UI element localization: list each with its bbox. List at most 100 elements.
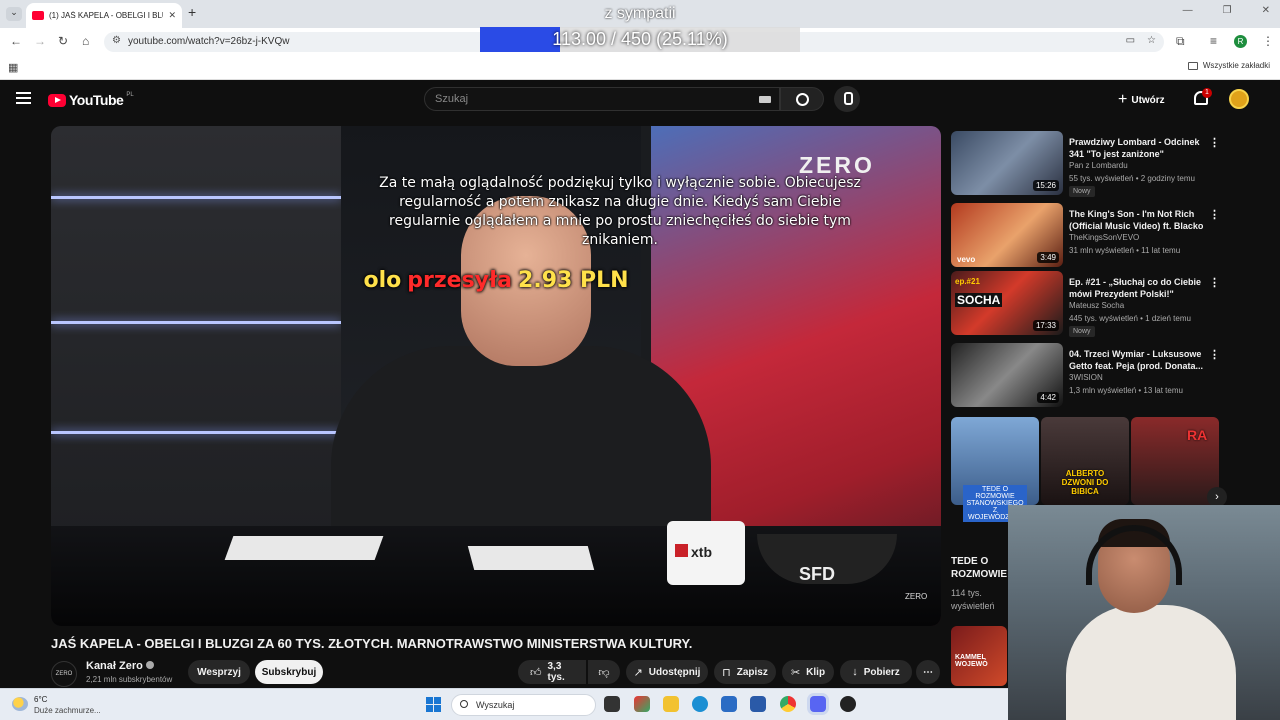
recommendation-title[interactable]: Prawdziwy Lombard - Odcinek 341 "To jest…: [1069, 136, 1209, 160]
recommendation-title[interactable]: The King's Son - I'm Not Rich (Official …: [1069, 208, 1209, 232]
keyboard-icon[interactable]: [759, 96, 771, 103]
hamburger-menu-icon[interactable]: [16, 92, 31, 104]
short-thumbnail[interactable]: TEDE O ROZMOWIE STANOWSKIEGO Z WOJEWÓDZK…: [951, 417, 1039, 522]
channel-name[interactable]: Kanał Zero: [86, 660, 154, 672]
back-icon[interactable]: ←: [10, 34, 22, 48]
reload-icon[interactable]: ↻: [58, 34, 68, 48]
recommendation-item[interactable]: 15:26 Prawdziwy Lombard - Odcinek 341 "T…: [951, 131, 1271, 197]
url-text[interactable]: youtube.com/watch?v=26bz-j-KVQw: [128, 36, 289, 47]
taskbar-search[interactable]: Wyszukaj: [451, 694, 596, 716]
recommendation-channel[interactable]: 3WISION: [1069, 373, 1103, 382]
verified-icon: [145, 661, 154, 669]
video-thumbnail[interactable]: KAMMEL WOJEWÓ: [951, 626, 1007, 686]
short-thumbnail[interactable]: RA: [1131, 417, 1219, 505]
chrome-menu-icon[interactable]: ⋮: [1262, 34, 1274, 48]
apps-grid-icon[interactable]: ▦: [8, 61, 18, 74]
windows-start-icon[interactable]: [426, 697, 441, 712]
minimize-icon[interactable]: —: [1183, 5, 1193, 16]
youtube-logo[interactable]: YouTube PL: [48, 92, 134, 108]
youtube-play-icon: [48, 93, 66, 107]
like-button[interactable]: 👍︎ 3,3 tys.: [518, 660, 586, 684]
close-tab-icon[interactable]: ✕: [168, 10, 176, 21]
close-window-icon[interactable]: ✕: [1262, 5, 1270, 16]
dislike-button[interactable]: 👎︎: [588, 660, 620, 684]
search-button[interactable]: [780, 87, 824, 111]
support-label: Wesprzyj: [197, 666, 241, 678]
recommendation-item[interactable]: vevo 3:49 The King's Son - I'm Not Rich (…: [951, 203, 1271, 267]
search-input[interactable]: [435, 93, 735, 105]
extensions-icon[interactable]: ⧉: [1176, 34, 1185, 49]
file-explorer-icon[interactable]: [663, 696, 679, 712]
donation-goal-title: z sympatii: [604, 5, 676, 22]
create-button[interactable]: + Utwórz: [1118, 89, 1165, 111]
kebab-menu-icon[interactable]: ⋮: [1209, 348, 1220, 361]
task-view-icon[interactable]: [604, 696, 620, 712]
store-icon[interactable]: [750, 696, 766, 712]
forward-icon[interactable]: →: [34, 34, 46, 48]
video-duration: 15:26: [1032, 180, 1059, 191]
subscriber-count: 2,21 mln subskrybentów: [86, 675, 173, 684]
edge-icon[interactable]: [692, 696, 708, 712]
download-button[interactable]: ↓ Pobierz: [840, 660, 912, 684]
subscribe-button[interactable]: Subskrybuj: [255, 660, 323, 684]
search-box[interactable]: [424, 87, 780, 111]
profile-avatar[interactable]: R: [1234, 35, 1247, 48]
support-button[interactable]: Wesprzyj: [188, 660, 250, 684]
video-thumbnail[interactable]: ep.#21 SOCHA 17:33: [951, 271, 1063, 335]
download-icon: ↓: [852, 666, 858, 678]
all-bookmarks-button[interactable]: Wszystkie zakładki: [1187, 61, 1270, 70]
channel-avatar[interactable]: ZERO: [51, 661, 77, 687]
video-thumbnail[interactable]: 15:26: [951, 131, 1063, 195]
clip-button[interactable]: ✂ Klip: [782, 660, 834, 684]
weather-temp[interactable]: 6°C: [34, 695, 47, 704]
save-button[interactable]: ⊓ Zapisz: [714, 660, 776, 684]
share-button[interactable]: ↗ Udostępnij: [626, 660, 708, 684]
subscribe-label: Subskrybuj: [261, 666, 317, 678]
recommendation-item[interactable]: ep.#21 SOCHA 17:33 Ep. #21 - „Słuchaj co d…: [951, 271, 1271, 337]
kebab-menu-icon[interactable]: ⋮: [1209, 136, 1220, 149]
recommendation-meta: 1,3 mln wyświetleń • 13 lat temu: [1069, 386, 1183, 395]
home-icon[interactable]: ⌂: [82, 34, 89, 48]
reading-list-icon[interactable]: ≡: [1210, 34, 1217, 48]
video-thumbnail[interactable]: vevo 3:49: [951, 203, 1063, 267]
bookmark-star-icon[interactable]: ☆: [1147, 35, 1156, 46]
obs-icon[interactable]: [840, 696, 856, 712]
share-icon: ↗: [633, 666, 643, 679]
short-overlay-text: ALBERTO DZWONI DO BIBICA: [1061, 469, 1109, 496]
discord-icon[interactable]: [810, 696, 826, 712]
recommendation-item[interactable]: 4:42 04. Trzeci Wymiar - Luksusowe Getto…: [951, 343, 1271, 407]
widgets-icon[interactable]: [634, 696, 650, 712]
all-bookmarks-label: Wszystkie zakładki: [1202, 61, 1270, 70]
recommendation-channel[interactable]: Pan z Lombardu: [1069, 161, 1128, 170]
recommendation-channel[interactable]: Mateusz Socha: [1069, 301, 1124, 310]
account-avatar[interactable]: [1229, 89, 1249, 109]
voice-search-icon[interactable]: [834, 86, 860, 112]
kebab-menu-icon[interactable]: ⋮: [1209, 208, 1220, 221]
video-duration: 17:33: [1032, 320, 1059, 331]
tab-search-button[interactable]: ⌄: [6, 7, 22, 21]
short-thumbnail[interactable]: ALBERTO DZWONI DO BIBICA: [1041, 417, 1129, 505]
bookmarks-bar: ▦ Wszystkie zakładki: [0, 56, 1280, 80]
restore-icon[interactable]: ❐: [1223, 5, 1232, 16]
short-views: 114 tys. wyświetleń: [951, 588, 995, 611]
vevo-logo: vevo: [957, 255, 976, 264]
browser-tab-active[interactable]: (1) JAŚ KAPELA - OBELGI I BLUZ ✕: [26, 3, 182, 28]
chrome-icon[interactable]: [780, 696, 796, 712]
video-thumbnail[interactable]: 4:42: [951, 343, 1063, 407]
youtube-header: YouTube PL + Utwórz 1: [0, 80, 1280, 120]
recommendation-title[interactable]: Ep. #21 - „Słuchaj co do Ciebie mówi Pre…: [1069, 276, 1209, 300]
outlook-icon[interactable]: [721, 696, 737, 712]
site-info-icon[interactable]: ⚙: [112, 35, 121, 46]
recommendation-title[interactable]: 04. Trzeci Wymiar - Luksusowe Getto feat…: [1069, 348, 1209, 372]
recommendation-channel[interactable]: TheKingsSonVEVO: [1069, 233, 1139, 242]
short-title[interactable]: TEDE O ROZMOWIE: [951, 555, 1011, 581]
youtube-wordmark: YouTube: [69, 92, 124, 108]
weather-icon[interactable]: [12, 697, 28, 711]
weather-desc[interactable]: Duże zachmurze...: [34, 706, 101, 715]
new-tab-button[interactable]: +: [188, 4, 196, 20]
bowl-label: SFD: [799, 564, 835, 584]
more-actions-icon[interactable]: ⋯: [916, 660, 940, 684]
chevron-right-icon[interactable]: ›: [1207, 487, 1227, 507]
cast-icon[interactable]: ▭: [1126, 35, 1135, 46]
kebab-menu-icon[interactable]: ⋮: [1209, 276, 1220, 289]
